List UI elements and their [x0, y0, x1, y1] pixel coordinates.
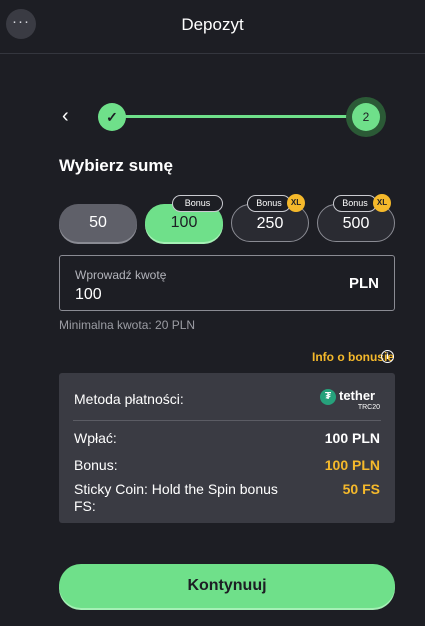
minimum-amount-hint: Minimalna kwota: 20 PLN: [59, 318, 196, 332]
amount-option-50[interactable]: 50: [59, 204, 137, 242]
header-bar: ··· Depozyt: [0, 0, 425, 54]
deposit-value: 100 PLN: [324, 430, 380, 446]
free-spins-value: 50 FS: [342, 481, 380, 497]
amount-section-title: Wybierz sumę: [59, 156, 174, 175]
xl-badge-icon: XL: [287, 194, 305, 212]
payment-method-network: TRC20: [357, 404, 380, 411]
page-title: Depozyt: [181, 15, 244, 34]
currency-label: PLN: [349, 275, 379, 292]
payment-method-name: tether: [339, 388, 376, 403]
continue-button[interactable]: Kontynuuj: [59, 564, 395, 608]
amount-input-label: Wprowadź kwotę: [75, 268, 167, 282]
amount-input-value[interactable]: 100: [75, 286, 102, 304]
bonus-tag: Bonus: [333, 195, 377, 212]
bonus-value: 100 PLN: [324, 457, 380, 473]
stepper-progress-line: [120, 115, 356, 118]
deposit-label: Wpłać:: [74, 430, 117, 446]
bonus-tag: Bonus: [247, 195, 291, 212]
xl-badge-icon: XL: [373, 194, 391, 212]
step-complete-check-icon: ✓: [98, 103, 126, 131]
back-arrow-icon[interactable]: ‹: [62, 106, 80, 126]
bonus-tag: Bonus: [172, 195, 223, 212]
free-spins-label: Sticky Coin: Hold the Spin bonus FS:: [74, 481, 278, 514]
amount-input[interactable]: Wprowadź kwotę 100 PLN: [59, 255, 395, 311]
tether-logo: ₮ tether TRC20: [320, 388, 380, 413]
step-number: 2: [352, 103, 380, 131]
tether-icon: ₮: [320, 389, 336, 405]
info-icon[interactable]: i: [381, 350, 394, 363]
step-current-indicator: 2: [346, 97, 386, 137]
payment-method-label: Metoda płatności:: [74, 391, 184, 407]
summary-divider: [73, 420, 381, 421]
payment-summary-panel: Metoda płatności: ₮ tether TRC20 Wpłać: …: [59, 373, 395, 523]
bonus-label: Bonus:: [74, 457, 118, 473]
